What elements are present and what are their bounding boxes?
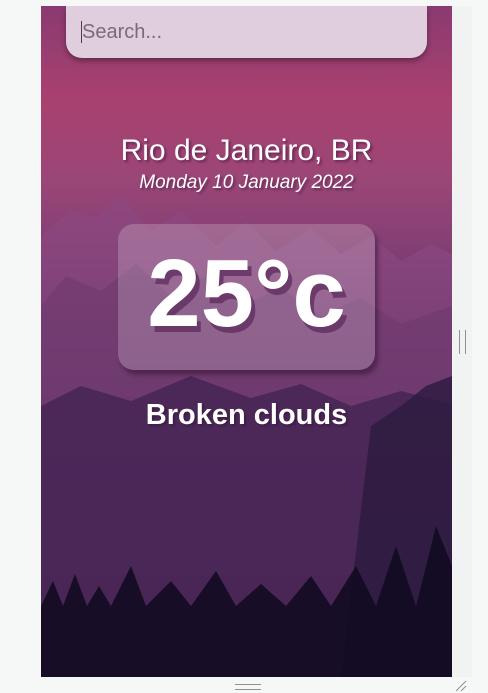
weather-description: Broken clouds [145, 399, 348, 431]
current-date: Monday 10 January 2022 [139, 172, 354, 193]
temperature-box: 25°c [118, 224, 375, 370]
text-caret [81, 21, 82, 43]
search-input[interactable] [80, 18, 414, 46]
temperature-value: 25°c [147, 240, 346, 347]
weather-app: Rio de Janeiro, BR Monday 10 January 202… [41, 6, 452, 677]
resize-grip-icon[interactable] [454, 680, 468, 692]
search-bar[interactable] [66, 6, 427, 58]
location-name: Rio de Janeiro, BR [120, 134, 373, 167]
horizontal-drag-handle[interactable] [235, 684, 261, 690]
vertical-drag-handle[interactable] [459, 330, 466, 354]
